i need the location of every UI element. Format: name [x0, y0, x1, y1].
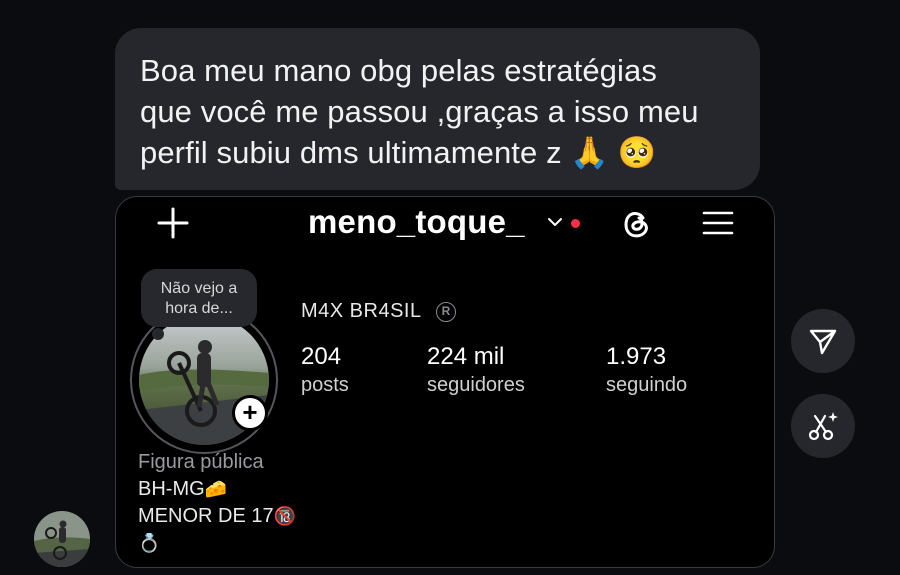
message-bubble[interactable]: Boa meu mano obg pelas estratégias que v… [115, 28, 760, 190]
bio-line-age: MENOR DE 17🔞 [138, 503, 296, 530]
ring-emoji: 💍 [138, 533, 161, 554]
stat-posts[interactable]: 204 posts [301, 343, 349, 399]
share-button[interactable] [791, 309, 855, 373]
note-tail [152, 328, 164, 340]
stat-posts-value: 204 [301, 343, 342, 370]
send-icon [809, 329, 837, 355]
bio-line-ring: 💍 [138, 530, 296, 557]
plus-icon[interactable] [156, 206, 190, 240]
profile-note-text: Não vejo a hora de... [160, 280, 238, 317]
bio-age-text: MENOR DE 17 [138, 505, 274, 527]
profile-bio: Figura pública BH-MG🧀 MENOR DE 17🔞 💍 [138, 449, 296, 557]
stat-posts-label: posts [301, 374, 349, 396]
message-line-1: Boa meu mano obg pelas estratégias [140, 53, 657, 88]
stat-followers[interactable]: 224 mil seguidores [427, 343, 525, 399]
ai-edit-button[interactable] [791, 394, 855, 458]
message-line-3: perfil subiu dms ultimamente z [140, 135, 562, 170]
threads-icon[interactable] [619, 207, 653, 241]
bio-line-location: BH-MG🧀 [138, 476, 296, 503]
profile-category: Figura pública [138, 451, 264, 473]
profile-username[interactable]: meno_toque_ [308, 203, 525, 241]
add-story-button[interactable]: + [232, 395, 268, 431]
pleading-face-emoji: 🥺 [617, 135, 657, 171]
chevron-down-icon[interactable] [546, 215, 564, 229]
registered-icon: R [436, 302, 456, 322]
stat-following-label: seguindo [606, 374, 688, 396]
profile-display-name: M4X BR4SIL [301, 300, 422, 322]
praying-hands-emoji: 🙏 [570, 135, 610, 171]
profile-avatar-ring[interactable] [130, 306, 278, 454]
bio-location-text: BH-MG [138, 478, 205, 500]
stat-following[interactable]: 1.973 seguindo [606, 343, 687, 399]
shared-profile-card[interactable]: meno_toque_ + Não vejo a hora de... M4X … [115, 196, 775, 568]
stat-followers-label: seguidores [427, 374, 525, 396]
ai-edit-icon [808, 412, 838, 441]
profile-header: meno_toque_ [116, 197, 774, 253]
stat-following-value: 1.973 [606, 343, 667, 370]
message-text: Boa meu mano obg pelas estratégias que v… [140, 50, 736, 174]
sender-avatar[interactable] [34, 511, 90, 567]
notification-dot [571, 219, 580, 228]
cheese-emoji: 🧀 [204, 479, 228, 500]
message-line-2: que você me passou ,graças a isso meu [140, 94, 699, 129]
menu-icon[interactable] [702, 210, 734, 236]
profile-note[interactable]: Não vejo a hora de... [141, 269, 257, 327]
underage-emoji: 🔞 [273, 506, 297, 527]
stat-followers-value: 224 mil [427, 343, 505, 370]
sender-avatar-photo-icon [34, 511, 90, 567]
dm-conversation: Boa meu mano obg pelas estratégias que v… [0, 0, 900, 575]
